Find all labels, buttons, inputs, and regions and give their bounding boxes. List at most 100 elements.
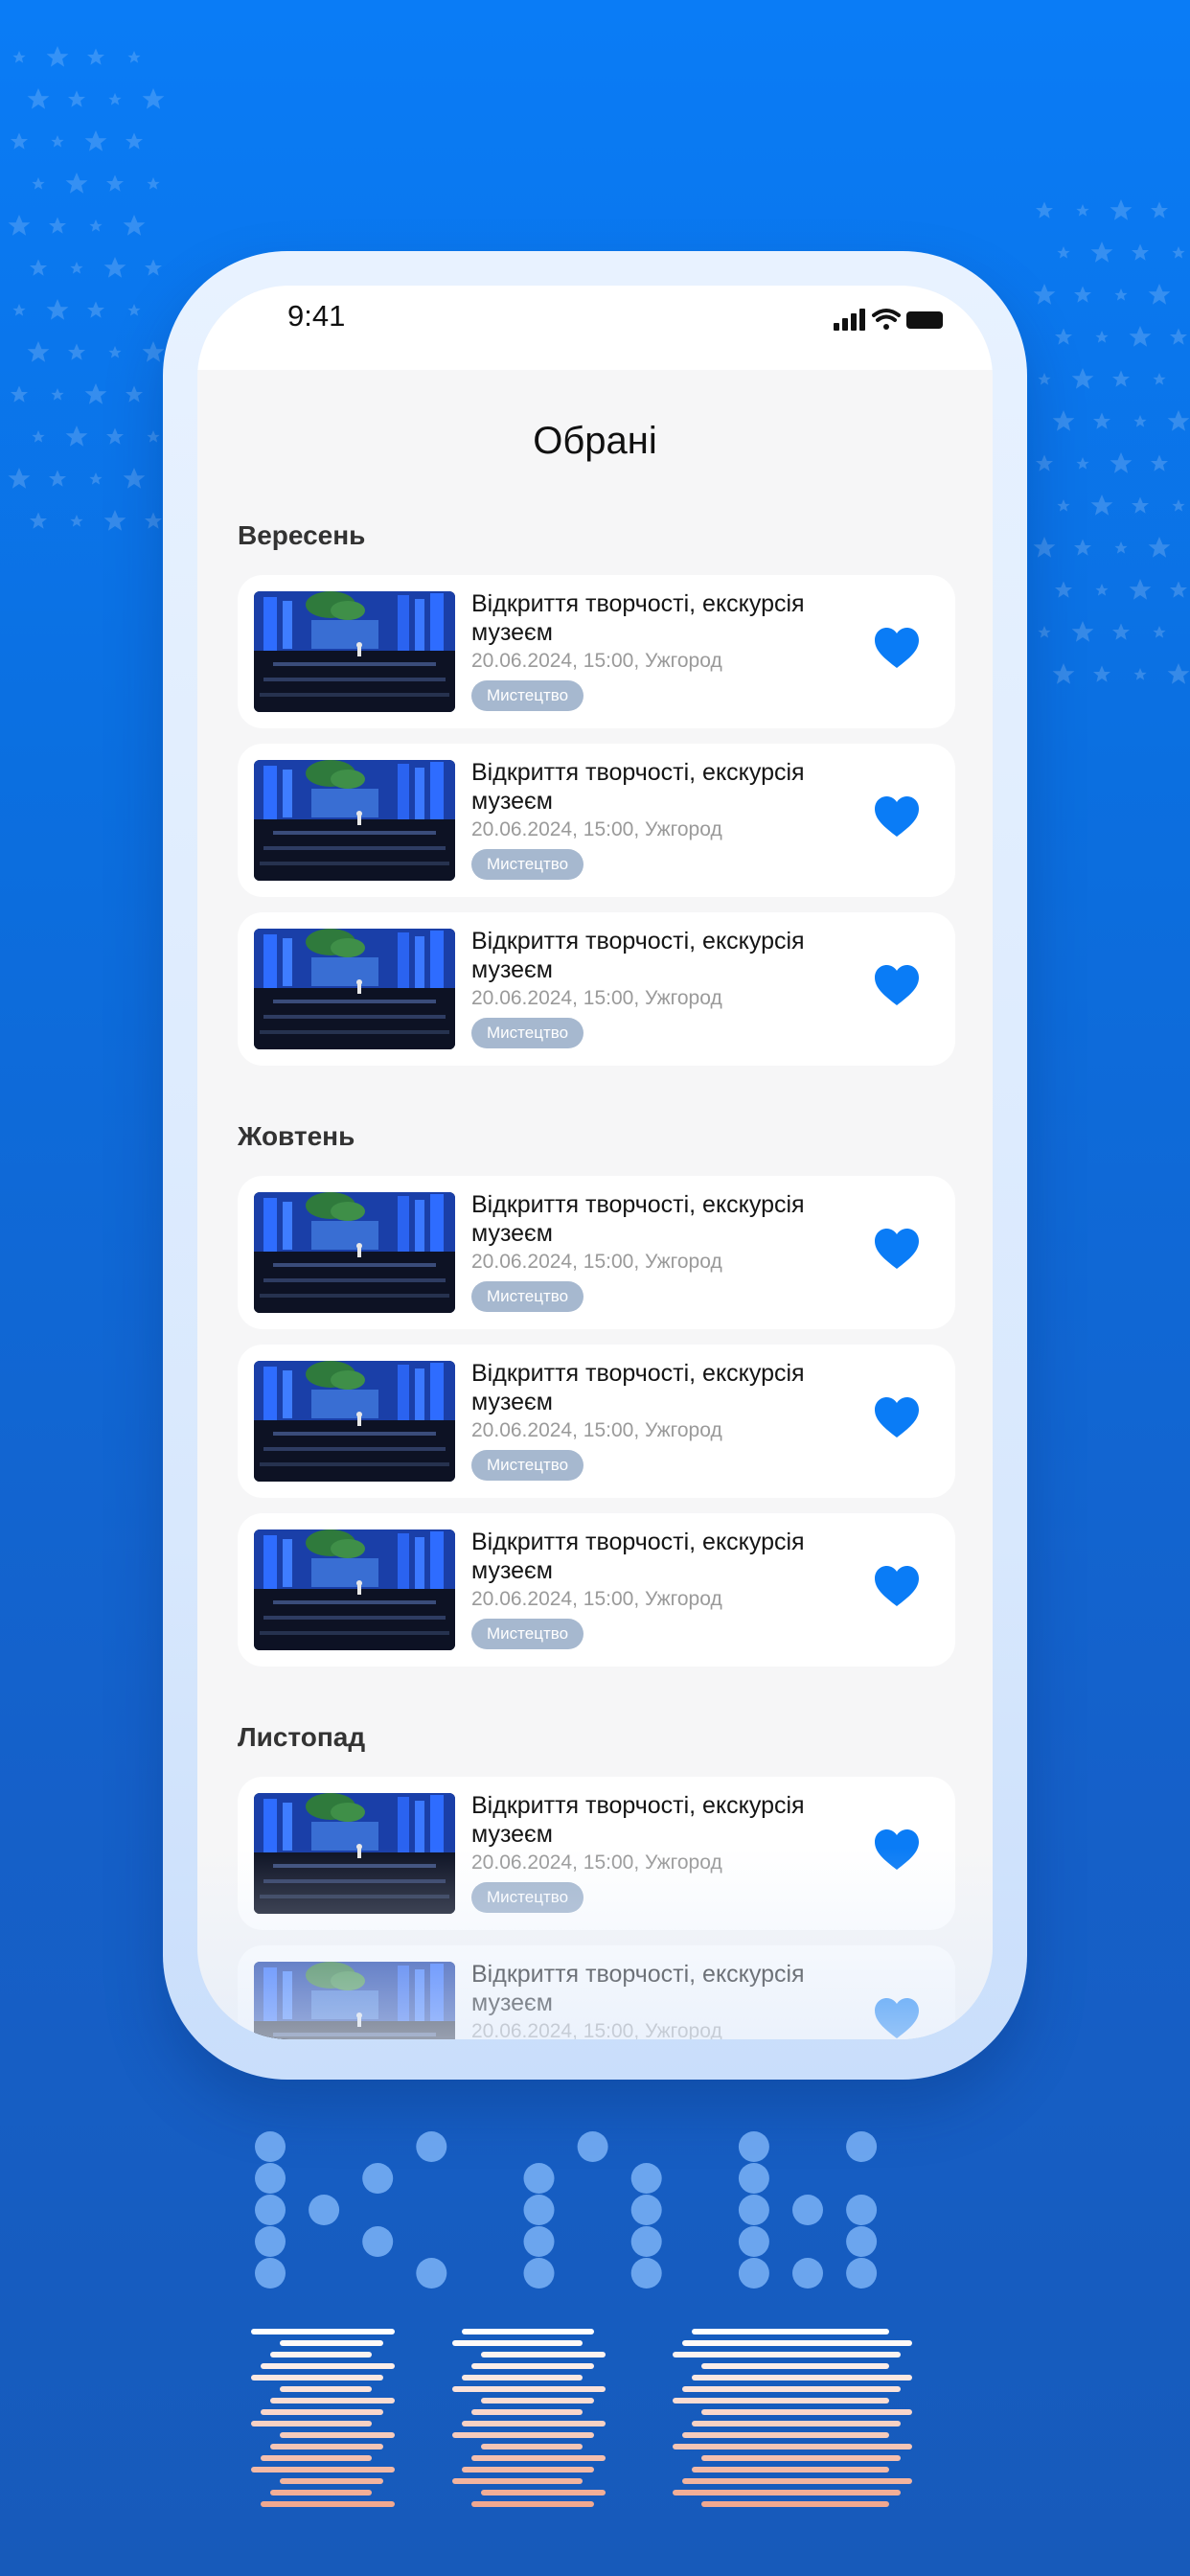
event-card[interactable]: Відкриття творчості, екскурсія музеєм 20…	[238, 1513, 955, 1667]
section-title-november: Листопад	[238, 1722, 366, 1752]
event-card[interactable]: Відкриття творчості, екскурсія музеєм 20…	[238, 1777, 955, 1930]
favorite-heart-icon[interactable]	[875, 1998, 919, 2039]
signal-icon	[834, 309, 865, 331]
logo-stripe	[270, 2444, 383, 2450]
logo-dot	[577, 2131, 608, 2162]
logo-stripe	[261, 2363, 395, 2369]
logo-stripe	[462, 2375, 583, 2380]
event-card[interactable]: Відкриття творчості, екскурсія музеєм 20…	[238, 1945, 955, 2039]
logo-dot	[846, 2258, 878, 2288]
event-thumbnail	[254, 1361, 455, 1482]
logo-stripe	[280, 2478, 383, 2484]
favorite-heart-icon[interactable]	[875, 1229, 919, 1271]
logo-dot	[630, 2226, 662, 2257]
event-date-location: 20.06.2024, 15:00, Ужгород	[471, 1588, 722, 1610]
event-category-tag: Мистецтво	[471, 680, 584, 711]
logo-stripe	[452, 2340, 583, 2346]
logo-stripe	[682, 2432, 889, 2438]
logo-stripe	[673, 2398, 889, 2404]
event-date-location: 20.06.2024, 15:00, Ужгород	[471, 987, 722, 1009]
logo-stripe	[673, 2444, 912, 2450]
event-card[interactable]: Відкриття творчості, екскурсія музеєм 20…	[238, 1345, 955, 1498]
logo-dot	[738, 2258, 769, 2288]
logo-dot	[416, 2258, 447, 2288]
logo-stripe	[692, 2421, 901, 2426]
logo-dot	[630, 2163, 662, 2194]
favorite-heart-icon[interactable]	[875, 1397, 919, 1439]
favorite-heart-icon[interactable]	[875, 965, 919, 1007]
logo-stripe	[261, 2409, 383, 2415]
event-thumbnail	[254, 1192, 455, 1313]
event-card[interactable]: Відкриття творчості, екскурсія музеєм 20…	[238, 1176, 955, 1329]
logo-dot	[630, 2195, 662, 2225]
event-category-tag: Мистецтво	[471, 1450, 584, 1481]
kultpro-logo	[251, 2131, 912, 2507]
event-title: Відкриття творчості, екскурсія музеєм	[471, 1360, 805, 1415]
wifi-icon	[872, 309, 901, 330]
event-title: Відкриття творчості, екскурсія музеєм	[471, 590, 805, 646]
logo-stripe	[673, 2352, 901, 2358]
logo-dot	[255, 2131, 286, 2162]
logo-stripe	[471, 2501, 594, 2507]
event-card[interactable]: Відкриття творчості, екскурсія музеєм 20…	[238, 912, 955, 1066]
logo-dot	[523, 2258, 555, 2288]
logo-dot	[738, 2226, 769, 2257]
event-title: Відкриття творчості, екскурсія музеєм	[471, 1529, 805, 1584]
logo-stripe	[270, 2352, 372, 2358]
status-time: 9:41	[287, 299, 346, 333]
logo-stripe	[261, 2455, 372, 2461]
logo-stripe	[682, 2386, 901, 2392]
logo-stripe	[692, 2375, 912, 2380]
status-icons	[834, 309, 943, 331]
logo-stripe	[462, 2329, 594, 2334]
logo-stripe	[692, 2329, 889, 2334]
battery-icon	[906, 311, 943, 329]
section-title-september: Вересень	[238, 520, 366, 550]
favorite-heart-icon[interactable]	[875, 1829, 919, 1872]
logo-stripe	[471, 2455, 606, 2461]
logo-stripe	[673, 2490, 901, 2496]
section-title-october: Жовтень	[238, 1121, 355, 1151]
event-card[interactable]: Відкриття творчості, екскурсія музеєм 20…	[238, 575, 955, 728]
logo-dot	[523, 2163, 555, 2194]
logo-dot	[255, 2258, 286, 2288]
event-category-tag: Мистецтво	[471, 1018, 584, 1048]
event-card[interactable]: Відкриття творчості, екскурсія музеєм 20…	[238, 744, 955, 897]
event-category-tag: Мистецтво	[471, 1619, 584, 1649]
event-date-location: 20.06.2024, 15:00, Ужгород	[471, 2020, 722, 2039]
event-thumbnail	[254, 929, 455, 1049]
event-title: Відкриття творчості, екскурсія музеєм	[471, 759, 805, 815]
logo-stripe	[481, 2490, 606, 2496]
page-title: Обрані	[533, 420, 657, 462]
logo-dot	[738, 2131, 769, 2162]
app-screen: 9:41 Обрані Вересень Відкриття творчості…	[197, 286, 993, 2039]
logo-dot	[255, 2163, 286, 2194]
favorite-heart-icon[interactable]	[875, 1566, 919, 1608]
event-thumbnail	[254, 1530, 455, 1650]
logo-stripe	[280, 2386, 372, 2392]
event-date-location: 20.06.2024, 15:00, Ужгород	[471, 1852, 722, 1874]
phone-mockup: 9:41 Обрані Вересень Відкриття творчості…	[163, 251, 1027, 2080]
logo-dot	[362, 2226, 394, 2257]
logo-stripe	[251, 2421, 372, 2426]
logo-stripe	[471, 2363, 594, 2369]
event-date-location: 20.06.2024, 15:00, Ужгород	[471, 818, 722, 840]
logo-stripe	[452, 2432, 594, 2438]
logo-stripe	[462, 2467, 594, 2472]
event-date-location: 20.06.2024, 15:00, Ужгород	[471, 650, 722, 672]
logo-stripe	[481, 2352, 606, 2358]
favorite-heart-icon[interactable]	[875, 628, 919, 670]
favorite-heart-icon[interactable]	[875, 796, 919, 839]
logo-dot	[738, 2195, 769, 2225]
logo-stripe	[682, 2340, 912, 2346]
logo-dot	[846, 2226, 878, 2257]
logo-stripe	[701, 2409, 912, 2415]
event-date-location: 20.06.2024, 15:00, Ужгород	[471, 1419, 722, 1441]
logo-stripe	[270, 2490, 372, 2496]
logo-dot	[846, 2131, 878, 2162]
event-date-location: 20.06.2024, 15:00, Ужгород	[471, 1251, 722, 1273]
logo-stripe	[452, 2478, 583, 2484]
logo-stripes-pro	[251, 2329, 912, 2507]
event-category-tag: Мистецтво	[471, 849, 584, 880]
event-category-tag: Мистецтво	[471, 1882, 584, 1913]
